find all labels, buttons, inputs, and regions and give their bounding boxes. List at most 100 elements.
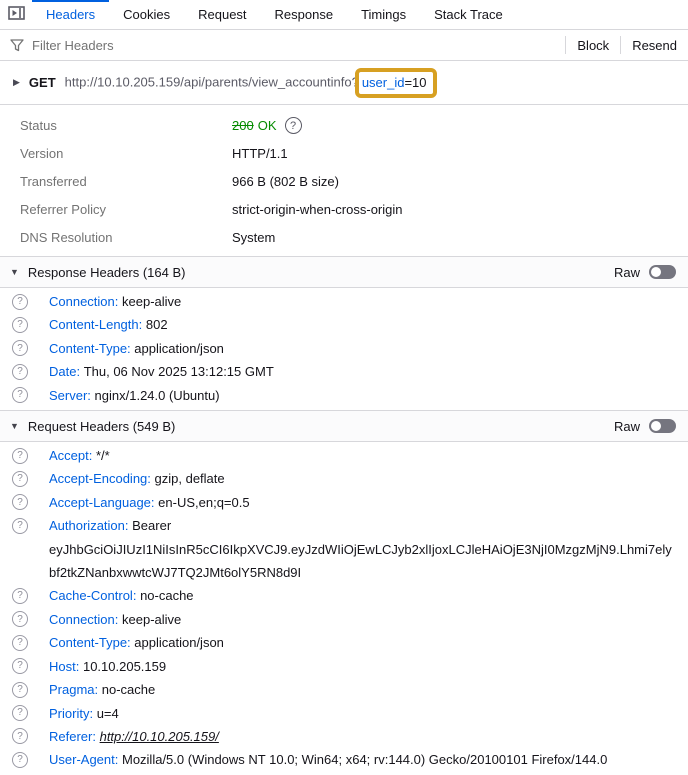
- header-name[interactable]: Content-Length: [49, 317, 146, 332]
- help-icon[interactable]: ?: [12, 635, 28, 651]
- block-button[interactable]: Block: [566, 30, 620, 60]
- tab-label: Stack Trace: [434, 7, 503, 22]
- summary-row-value: strict-origin-when-cross-origin: [232, 202, 403, 217]
- header-row: ? Connectionkeep-alive: [0, 608, 688, 631]
- raw-toggle-switch[interactable]: [649, 419, 676, 433]
- raw-toggle-label: Raw: [614, 265, 640, 280]
- summary-row: Referrer Policy strict-origin-when-cross…: [20, 200, 688, 219]
- tab-label: Response: [275, 7, 334, 22]
- query-param-name: user_id: [362, 75, 405, 90]
- summary-row-label: Referrer Policy: [20, 202, 232, 217]
- help-icon[interactable]: ?: [12, 387, 28, 403]
- summary-row: DNS Resolution System: [20, 228, 688, 247]
- header-name[interactable]: Date: [49, 364, 84, 379]
- header-name[interactable]: Accept-Encoding: [49, 471, 155, 486]
- header-row: ? Content-Typeapplication/json: [0, 337, 688, 360]
- summary-row-label: DNS Resolution: [20, 230, 232, 245]
- filter-icon: [10, 39, 24, 52]
- header-name[interactable]: Host: [49, 659, 83, 674]
- header-name[interactable]: Accept: [49, 448, 96, 463]
- help-icon[interactable]: ?: [12, 588, 28, 604]
- header-row: ? Accept*/*: [0, 444, 688, 467]
- help-icon[interactable]: ?: [12, 317, 28, 333]
- request-headers-title: Request Headers (549 B): [28, 419, 175, 434]
- status-code: 200: [232, 118, 254, 133]
- response-headers-title: Response Headers (164 B): [28, 265, 186, 280]
- header-name[interactable]: Content-Type: [49, 341, 134, 356]
- header-row: ? Cache-Controlno-cache: [0, 584, 688, 607]
- collapse-arrow-icon[interactable]: ▼: [10, 267, 19, 277]
- header-value: Mozilla/5.0 (Windows NT 10.0; Win64; x64…: [122, 752, 607, 767]
- filter-toolbar: Block Resend: [0, 30, 688, 61]
- resend-button[interactable]: Resend: [621, 30, 688, 60]
- header-name[interactable]: Connection: [49, 612, 122, 627]
- response-headers-section-header[interactable]: ▼ Response Headers (164 B) Raw: [0, 256, 688, 288]
- split-panel-toggle-button[interactable]: [0, 0, 32, 29]
- tab-label: Request: [198, 7, 246, 22]
- help-icon[interactable]: ?: [12, 611, 28, 627]
- header-value: gzip, deflate: [155, 471, 225, 486]
- expand-twisty-icon[interactable]: ▶: [13, 77, 20, 88]
- help-icon[interactable]: ?: [12, 752, 28, 768]
- header-row: ? DateThu, 06 Nov 2025 13:12:15 GMT: [0, 360, 688, 383]
- collapse-arrow-icon[interactable]: ▼: [10, 421, 19, 431]
- header-row: ? Connectionkeep-alive: [0, 290, 688, 313]
- header-value: 10.10.205.159: [83, 659, 166, 674]
- header-name[interactable]: Content-Type: [49, 635, 134, 650]
- header-name[interactable]: User-Agent: [49, 752, 122, 767]
- header-name[interactable]: Cache-Control: [49, 588, 140, 603]
- header-value: */*: [96, 448, 110, 463]
- tabs: Headers Cookies Request Response Timings…: [32, 0, 517, 29]
- header-name[interactable]: Accept-Language: [49, 495, 158, 510]
- help-icon[interactable]: ?: [12, 471, 28, 487]
- status-help-icon[interactable]: ?: [285, 117, 302, 134]
- raw-toggle-switch[interactable]: [649, 265, 676, 279]
- help-icon[interactable]: ?: [12, 518, 28, 534]
- header-value: no-cache: [140, 588, 193, 603]
- split-panel-toggle-icon: [8, 6, 25, 23]
- summary-row-value: System: [232, 230, 275, 245]
- header-name[interactable]: Priority: [49, 706, 97, 721]
- header-name[interactable]: Referer: [49, 729, 100, 744]
- header-value: 802: [146, 317, 168, 332]
- summary-row-label: Transferred: [20, 174, 232, 189]
- header-value: application/json: [134, 341, 224, 356]
- request-headers-list: ? Accept*/* ? Accept-Encodinggzip, defla…: [0, 442, 688, 775]
- header-value: http://10.10.205.159/: [100, 729, 219, 744]
- tab-cookies[interactable]: Cookies: [109, 0, 184, 29]
- network-details-panel: Headers Cookies Request Response Timings…: [0, 0, 688, 752]
- header-value: keep-alive: [122, 612, 181, 627]
- summary-row-value: 966 B (802 B size): [232, 174, 339, 189]
- help-icon[interactable]: ?: [12, 294, 28, 310]
- status-text: OK: [258, 118, 277, 133]
- request-url: http://10.10.205.159/api/parents/view_ac…: [65, 68, 437, 98]
- tab-label: Timings: [361, 7, 406, 22]
- header-name[interactable]: Authorization: [49, 518, 132, 533]
- header-value: u=4: [97, 706, 119, 721]
- help-icon[interactable]: ?: [12, 705, 28, 721]
- help-icon[interactable]: ?: [12, 682, 28, 698]
- header-name[interactable]: Pragma: [49, 682, 102, 697]
- header-name[interactable]: Server: [49, 388, 95, 403]
- header-value: en-US,en;q=0.5: [158, 495, 249, 510]
- help-icon[interactable]: ?: [12, 448, 28, 464]
- header-value: Thu, 06 Nov 2025 13:12:15 GMT: [84, 364, 274, 379]
- header-name[interactable]: Connection: [49, 294, 122, 309]
- tab-timings[interactable]: Timings: [347, 0, 420, 29]
- request-headers-section-header[interactable]: ▼ Request Headers (549 B) Raw: [0, 410, 688, 442]
- raw-toggle-label: Raw: [614, 419, 640, 434]
- filter-headers-input[interactable]: [32, 38, 565, 53]
- tab-response[interactable]: Response: [261, 0, 348, 29]
- help-icon[interactable]: ?: [12, 728, 28, 744]
- help-icon[interactable]: ?: [12, 494, 28, 510]
- header-row: ? Host10.10.205.159: [0, 655, 688, 678]
- tab-stack-trace[interactable]: Stack Trace: [420, 0, 517, 29]
- header-value: nginx/1.24.0 (Ubuntu): [95, 388, 220, 403]
- help-icon[interactable]: ?: [12, 658, 28, 674]
- header-row: ? Content-Typeapplication/json: [0, 631, 688, 654]
- request-url-row[interactable]: ▶ GET http://10.10.205.159/api/parents/v…: [0, 61, 688, 105]
- tab-headers[interactable]: Headers: [32, 0, 109, 29]
- help-icon[interactable]: ?: [12, 364, 28, 380]
- tab-request[interactable]: Request: [184, 0, 260, 29]
- help-icon[interactable]: ?: [12, 340, 28, 356]
